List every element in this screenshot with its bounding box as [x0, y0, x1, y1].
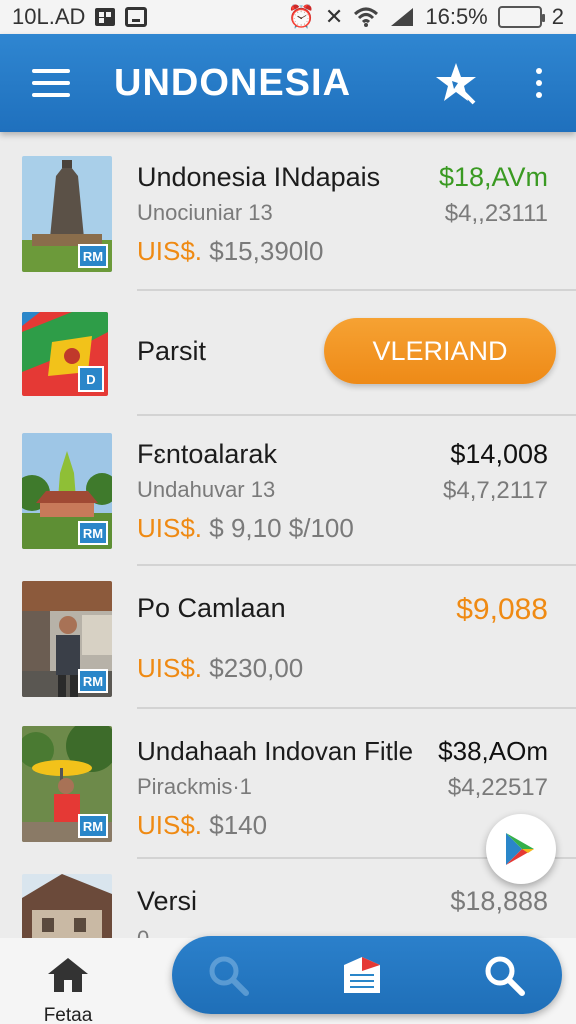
listing-subtitle: Unociuniar 13 — [137, 200, 273, 225]
nav-home-label: Fetaa — [43, 1005, 93, 1024]
listing-thumbnail: RM — [22, 726, 112, 842]
listing-badge: RM — [78, 669, 108, 693]
vleriand-button[interactable]: VLERIAND — [324, 318, 556, 384]
listing-badge: RM — [78, 244, 108, 268]
alarm-icon: ⏰ — [287, 4, 315, 29]
listing-subtitle: 0 — [137, 926, 149, 938]
listing-price: $18,888 — [450, 886, 548, 916]
listing-usd: UIS$. $140 — [137, 810, 267, 841]
listing-subtitle: Pirackmis·1 — [137, 774, 252, 799]
listing-thumbnail: RM — [22, 156, 112, 272]
listing-thumbnail — [22, 874, 112, 938]
carrier-text: 10L.AD — [12, 4, 86, 29]
listing-price: $18,AVm — [438, 162, 548, 192]
signal-icon — [391, 8, 414, 26]
usd-tag: UIS$. — [137, 653, 203, 683]
app-title: UNDONESIA — [114, 61, 352, 104]
usd-value: $230,00 — [209, 653, 304, 683]
news-icon[interactable] — [340, 953, 384, 997]
usd-tag: UIS$. — [137, 513, 203, 543]
hamburger-icon[interactable] — [32, 69, 70, 97]
listing-name: Fɛntoalarak — [137, 439, 277, 469]
mute-icon: ✕ — [324, 4, 344, 29]
listing-price: $14,008 — [450, 439, 548, 469]
listing-price-secondary: $4,,23111 — [444, 200, 548, 227]
listing-thumbnail: RM — [22, 581, 112, 697]
listing-price-secondary: $4,22517 — [447, 774, 548, 801]
play-store-icon — [506, 833, 534, 865]
battery-level-text: 2 — [551, 4, 564, 29]
listing-subtitle: Undahuvar 13 — [137, 477, 276, 502]
listing-badge: RM — [78, 814, 108, 838]
clock-text: 16:5% — [425, 4, 488, 29]
list-item[interactable]: RM Undonesia INdapais Unociuniar 13 UIS$… — [0, 132, 576, 290]
app-bar: UNDONESIA — [0, 34, 576, 132]
list-item[interactable]: D Parsit VLERIAND — [0, 290, 576, 415]
listing-price: $38,AOm — [438, 736, 548, 766]
battery-icon — [497, 6, 545, 28]
listing-name: Po Camlaan — [137, 593, 286, 623]
usd-value: $15,390l0 — [209, 236, 324, 266]
listing-price: $9,088 — [456, 593, 548, 626]
bottom-nav: Fetaa — [0, 936, 576, 1024]
usd-value: $140 — [209, 810, 268, 840]
usd-tag: UIS$. — [137, 236, 203, 266]
more-vert-icon[interactable] — [534, 68, 544, 98]
usd-value: $ 9,10 $/100 — [209, 513, 354, 543]
listing-usd: UIS$. $ 9,10 $/100 — [137, 513, 354, 544]
listing-name: Parsit — [137, 336, 207, 366]
listing-logo: D — [22, 312, 108, 396]
notification-bag-icon — [125, 7, 148, 27]
listing-usd: UIS$. $230,00 — [137, 653, 303, 684]
listing-usd: UIS$. $15,390l0 — [137, 236, 324, 267]
list-item[interactable]: RM Fɛntoalarak Undahuvar 13 UIS$. $ 9,10… — [0, 415, 576, 565]
listing-badge: D — [78, 366, 104, 392]
usd-tag: UIS$. — [137, 810, 203, 840]
listing-thumbnail: RM — [22, 433, 112, 549]
nav-pill — [172, 936, 562, 1014]
listing-list: RM Undonesia INdapais Unociuniar 13 UIS$… — [0, 132, 576, 938]
notification-grid-icon — [95, 8, 116, 26]
nav-home[interactable]: Fetaa — [30, 956, 106, 1024]
listing-name: Versi — [137, 886, 198, 916]
star-wand-icon[interactable] — [434, 61, 478, 105]
list-item[interactable]: RM Po Camlaan UIS$. $230,00 $9,088 — [0, 565, 576, 708]
listing-name: Undonesia INdapais — [137, 162, 381, 192]
listing-badge: RM — [78, 521, 108, 545]
play-store-button[interactable] — [486, 814, 556, 884]
search-icon[interactable] — [482, 953, 526, 997]
wifi-icon — [354, 7, 379, 27]
search-icon[interactable] — [206, 953, 250, 997]
status-bar: 10L.AD ⏰ ✕ 16:5% 2 — [0, 0, 576, 34]
listing-price-secondary: $4,7,2117 — [443, 477, 548, 504]
home-icon — [48, 958, 88, 992]
listing-name: Undahaah Indovan Fitle — [137, 736, 414, 766]
list-item[interactable]: Versi 0 $18,888 — [0, 858, 576, 938]
